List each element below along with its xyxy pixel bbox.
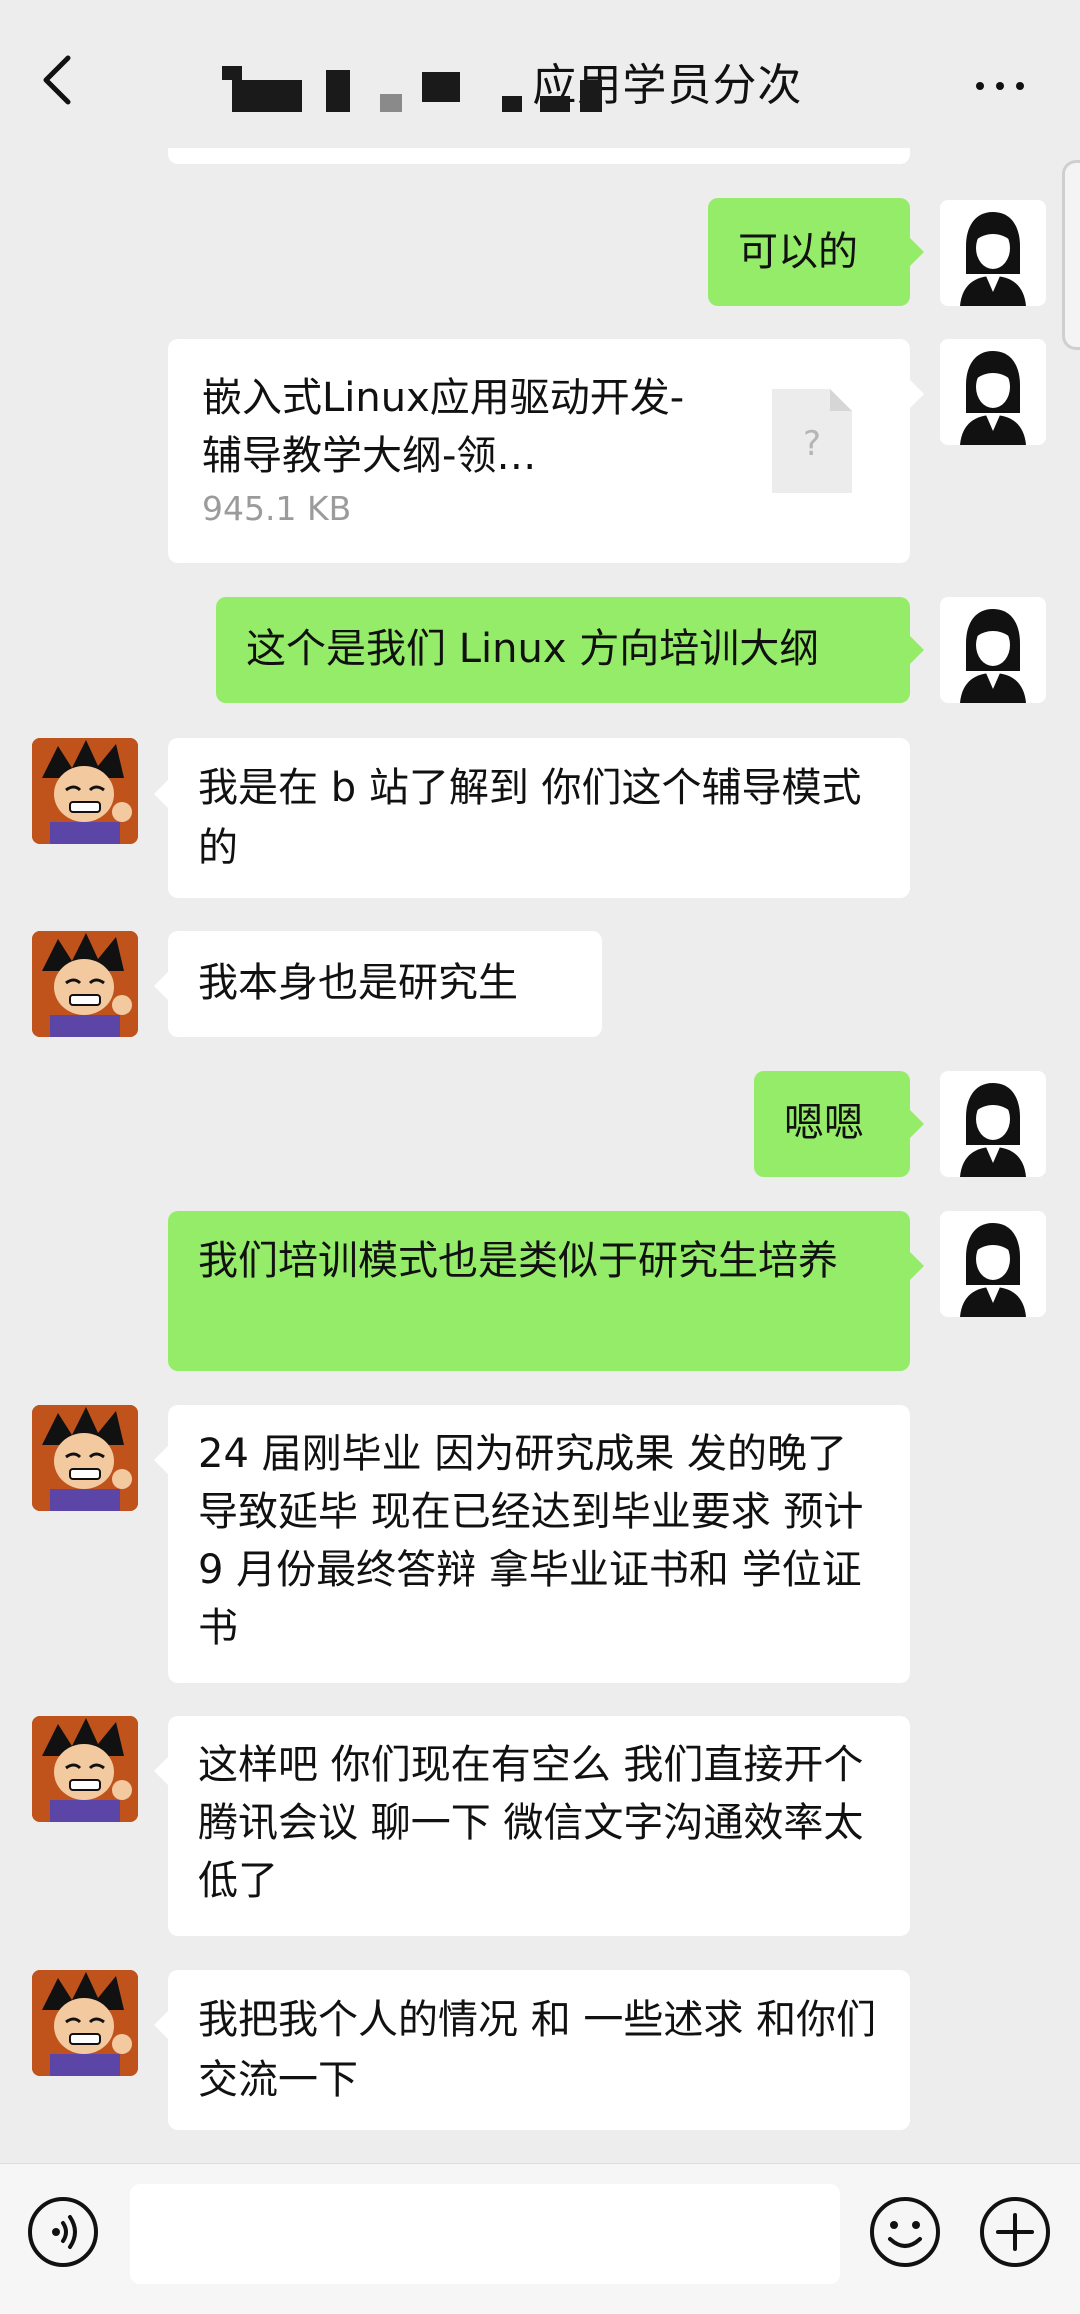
- message-bubble[interactable]: 这样吧 你们现在有空么 我们直接开个腾讯会议 聊一下 微信文字沟通效率太低了: [168, 1716, 910, 1936]
- voice-icon: [28, 2197, 98, 2267]
- contact-avatar[interactable]: [32, 1970, 138, 2076]
- cartoon-boy-avatar-icon: [32, 1970, 138, 2076]
- cartoon-boy-avatar-icon: [32, 1716, 138, 1822]
- redaction-mark: [232, 80, 302, 112]
- emoji-button[interactable]: [868, 2195, 942, 2269]
- message-input[interactable]: [130, 2184, 840, 2284]
- my-avatar[interactable]: [940, 200, 1046, 306]
- message-text: 我是在 b 站了解到 你们这个辅导模式的: [198, 765, 862, 871]
- plus-icon: [980, 2197, 1050, 2267]
- message-text: 可以的: [738, 229, 858, 275]
- woman-avatar-icon: [960, 1083, 1026, 1177]
- my-avatar[interactable]: [940, 339, 1046, 445]
- contact-avatar[interactable]: [32, 931, 138, 1037]
- file-message-card[interactable]: 嵌入式Linux应用驱动开发-辅导教学大纲-领… 945.1 KB ?: [168, 339, 910, 563]
- message-text: 这样吧 你们现在有空么 我们直接开个腾讯会议 聊一下 微信文字沟通效率太低了: [198, 1742, 864, 1904]
- bubble-tail: [910, 1252, 924, 1280]
- more-button[interactable]: [960, 66, 1040, 106]
- ellipsis-icon: [976, 82, 1024, 90]
- input-bar: [0, 2163, 1080, 2314]
- message-text: 这个是我们 Linux 方向培训大纲: [246, 626, 820, 672]
- contact-avatar[interactable]: [32, 1716, 138, 1822]
- message-bubble[interactable]: 这个是我们 Linux 方向培训大纲: [216, 597, 910, 703]
- bubble-tail: [910, 380, 924, 408]
- redaction-mark: [580, 80, 602, 112]
- bubble-tail: [910, 238, 924, 266]
- bubble-tail: [154, 1757, 168, 1785]
- woman-avatar-icon: [960, 212, 1026, 306]
- back-button[interactable]: [30, 52, 86, 108]
- redaction-mark: [380, 94, 402, 112]
- contact-avatar[interactable]: [32, 738, 138, 844]
- redaction-mark: [222, 66, 242, 80]
- file-name: 嵌入式Linux应用驱动开发-辅导教学大纲-领…: [202, 375, 685, 479]
- message-bubble[interactable]: 嗯嗯: [754, 1071, 910, 1177]
- bubble-tail: [154, 1446, 168, 1474]
- message-bubble[interactable]: 24 届刚毕业 因为研究成果 发的晚了 导致延毕 现在已经达到毕业要求 预计 9…: [168, 1405, 910, 1683]
- message-bubble[interactable]: 我们培训模式也是类似于研究生培养: [168, 1211, 910, 1371]
- voice-button[interactable]: [26, 2195, 100, 2269]
- message-bubble[interactable]: 我是在 b 站了解到 你们这个辅导模式的: [168, 738, 910, 898]
- woman-avatar-icon: [960, 609, 1026, 703]
- message-text: 嗯嗯: [784, 1100, 864, 1146]
- svg-text:?: ?: [803, 424, 821, 464]
- woman-avatar-icon: [960, 1223, 1026, 1317]
- message-text: 我们培训模式也是类似于研究生培养: [198, 1238, 838, 1284]
- bubble-tail: [910, 1110, 924, 1138]
- file-size: 945.1 KB: [202, 489, 352, 528]
- redaction-mark: [540, 96, 570, 112]
- emoji-icon: [870, 2197, 940, 2267]
- bubble-tail: [910, 636, 924, 664]
- message-text: 我把我个人的情况 和 一些述求 和你们交流一下: [198, 1997, 877, 2103]
- unknown-file-icon: ?: [772, 389, 852, 493]
- message-bubble[interactable]: 我本身也是研究生: [168, 931, 602, 1037]
- bubble-tail: [154, 2011, 168, 2039]
- more-functions-button[interactable]: [978, 2195, 1052, 2269]
- cartoon-boy-avatar-icon: [32, 931, 138, 1037]
- my-avatar[interactable]: [940, 597, 1046, 703]
- chat-header: 应用学员分次: [0, 0, 1080, 148]
- redaction-mark: [502, 96, 522, 112]
- bubble-tail: [154, 780, 168, 808]
- cartoon-boy-avatar-icon: [32, 738, 138, 844]
- my-avatar[interactable]: [940, 1071, 1046, 1177]
- message-text: 24 届刚毕业 因为研究成果 发的晚了 导致延毕 现在已经达到毕业要求 预计 9…: [198, 1431, 864, 1651]
- side-handle: [1062, 160, 1080, 350]
- woman-avatar-icon: [960, 351, 1026, 445]
- message-bubble[interactable]: 可以的: [708, 198, 910, 306]
- redaction-mark: [326, 70, 350, 112]
- my-avatar[interactable]: [940, 1211, 1046, 1317]
- chevron-left-icon: [43, 55, 71, 105]
- message-bubble[interactable]: 我把我个人的情况 和 一些述求 和你们交流一下: [168, 1970, 910, 2130]
- bubble-tail: [154, 972, 168, 1000]
- cartoon-boy-avatar-icon: [32, 1405, 138, 1511]
- contact-avatar[interactable]: [32, 1405, 138, 1511]
- redaction-mark: [422, 72, 460, 102]
- message-text: 我本身也是研究生: [198, 960, 518, 1006]
